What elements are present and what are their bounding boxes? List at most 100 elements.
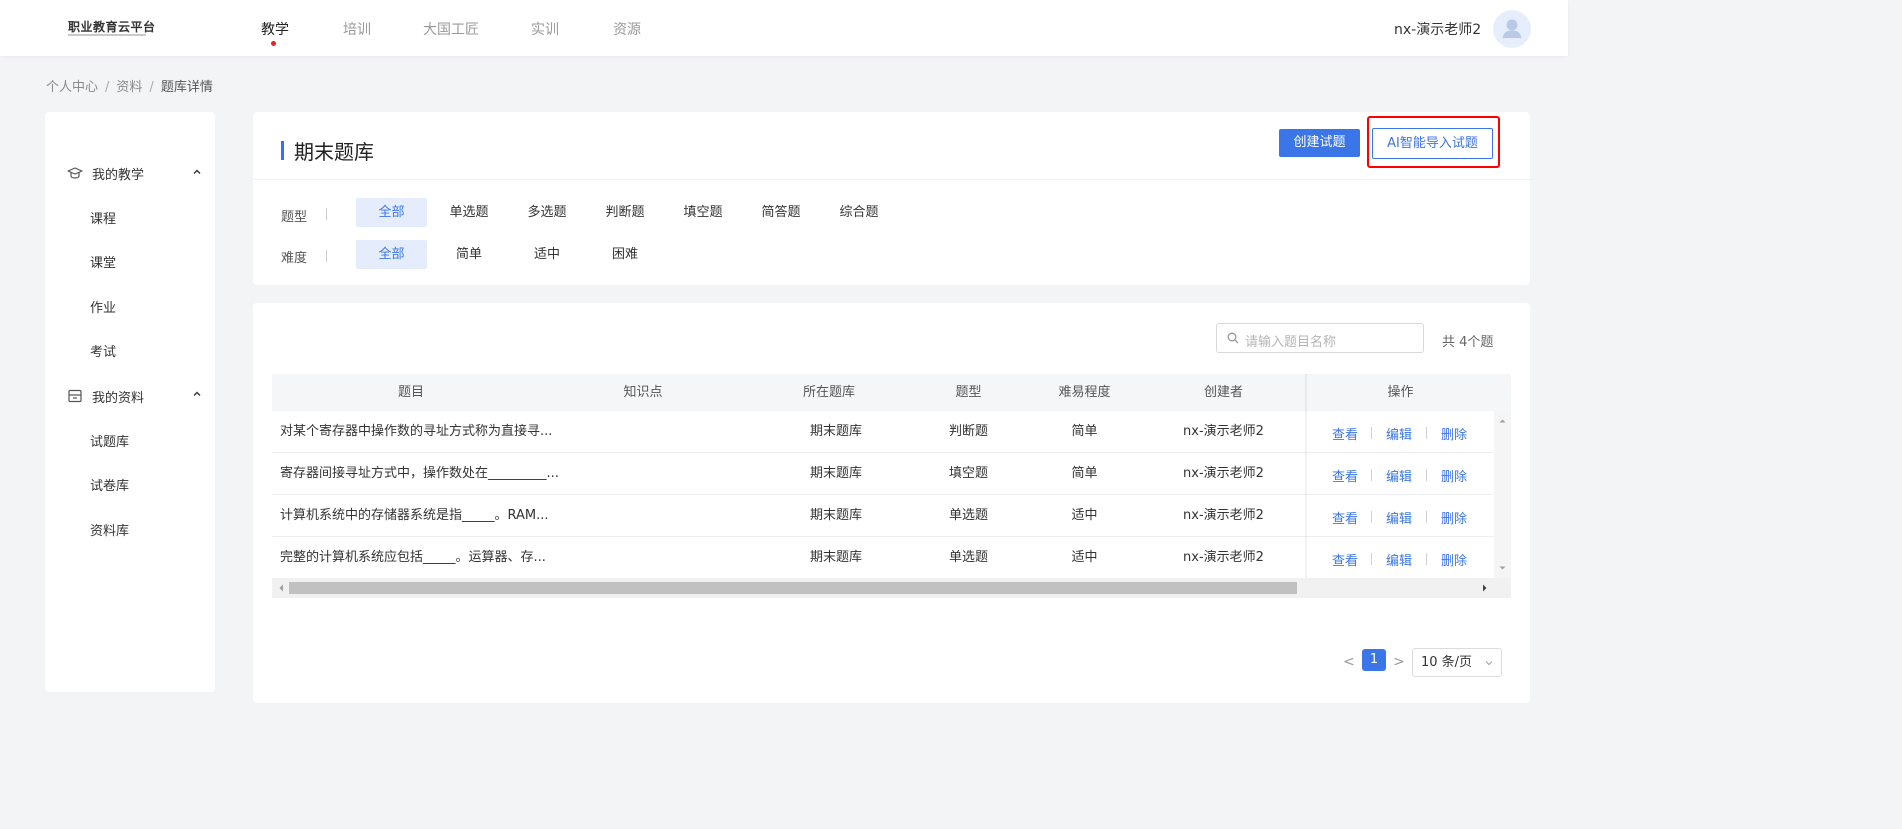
action-separator: [1426, 427, 1427, 439]
cell-knowledge: [550, 537, 736, 579]
sidebar-item-paper-bank[interactable]: 试卷库: [90, 475, 129, 494]
action-separator: [1426, 469, 1427, 481]
delete-link[interactable]: 删除: [1441, 508, 1467, 527]
scroll-down-arrow-icon[interactable]: [1494, 562, 1511, 574]
cell-difficulty: 简单: [1071, 424, 1098, 439]
horizontal-scroll-thumb[interactable]: [289, 582, 1297, 594]
cell-difficulty: 简单: [1071, 466, 1098, 481]
scroll-left-arrow-icon[interactable]: [274, 578, 288, 598]
row-divider: [1307, 494, 1494, 495]
question-bank-header-card: 期末题库 创建试题 AI智能导入试题 题型 全部 单选题 多选题 判断题 填空题…: [253, 112, 1530, 285]
cell-bank: 期末题库: [809, 466, 862, 481]
cell-type: 单选题: [948, 508, 988, 523]
avatar[interactable]: [1493, 10, 1531, 48]
cell-type: 单选题: [948, 550, 988, 565]
action-separator: [1371, 469, 1372, 481]
breadcrumb-item-personal-center[interactable]: 个人中心: [46, 80, 98, 95]
breadcrumb-separator: /: [105, 80, 110, 95]
view-link[interactable]: 查看: [1332, 508, 1358, 527]
type-chip-comprehensive[interactable]: 综合题: [824, 198, 894, 227]
edit-link[interactable]: 编辑: [1386, 424, 1412, 443]
archive-box-icon: [68, 389, 82, 403]
cell-type: 填空题: [948, 466, 988, 481]
edit-link[interactable]: 编辑: [1386, 466, 1412, 485]
cell-bank: 期末题库: [809, 550, 862, 565]
cell-creator: nx-演示老师2: [1183, 550, 1264, 565]
horizontal-scrollbar[interactable]: [272, 578, 1511, 598]
action-separator: [1371, 427, 1372, 439]
delete-link[interactable]: 删除: [1441, 550, 1467, 569]
sidebar-item-exams[interactable]: 考试: [90, 341, 116, 360]
vertical-scrollbar[interactable]: [1494, 411, 1511, 578]
type-chip-single-choice[interactable]: 单选题: [434, 198, 504, 227]
cell-creator: nx-演示老师2: [1183, 466, 1264, 481]
action-separator: [1426, 511, 1427, 523]
type-filter-label: 题型: [281, 210, 308, 225]
breadcrumb-item-materials[interactable]: 资料: [116, 80, 142, 95]
prev-page-button[interactable]: <: [1343, 654, 1355, 670]
type-chip-all[interactable]: 全部: [356, 198, 427, 227]
edit-link[interactable]: 编辑: [1386, 550, 1412, 569]
chevron-up-icon[interactable]: [193, 390, 201, 398]
sidebar-item-question-bank[interactable]: 试题库: [90, 431, 129, 450]
view-link[interactable]: 查看: [1332, 466, 1358, 485]
search-icon: [1227, 332, 1239, 344]
action-separator: [1426, 553, 1427, 565]
nav-item-training[interactable]: 培训: [343, 19, 371, 39]
page-size-select[interactable]: 10 条/页: [1412, 648, 1502, 677]
search-placeholder: 请输入题目名称: [1245, 335, 1337, 350]
next-page-button[interactable]: >: [1393, 654, 1405, 670]
nav-item-teaching[interactable]: 教学: [261, 19, 289, 39]
nav-item-practice[interactable]: 实训: [531, 19, 559, 39]
difficulty-chip-medium[interactable]: 适中: [512, 240, 582, 269]
view-link[interactable]: 查看: [1332, 424, 1358, 443]
chevron-up-icon[interactable]: [193, 168, 201, 176]
type-chip-short-answer[interactable]: 简答题: [746, 198, 816, 227]
sidebar-item-courses[interactable]: 课程: [90, 208, 116, 227]
scroll-right-arrow-icon[interactable]: [1478, 578, 1492, 598]
question-list-card: 请输入题目名称 共 4个题 题目 知识点 所在题库 题型 难易程度 创建者 对某…: [253, 303, 1530, 703]
search-input[interactable]: 请输入题目名称: [1216, 323, 1424, 353]
cell-question: 对某个寄存器中操作数的寻址方式称为直接寻...: [280, 424, 553, 439]
edit-link[interactable]: 编辑: [1386, 508, 1412, 527]
sidebar-item-material-bank[interactable]: 资料库: [90, 520, 129, 539]
sidebar-item-classroom[interactable]: 课堂: [90, 252, 116, 271]
delete-link[interactable]: 删除: [1441, 424, 1467, 443]
view-link[interactable]: 查看: [1332, 550, 1358, 569]
sidebar-item-homework[interactable]: 作业: [90, 297, 116, 316]
divider: [253, 179, 1530, 180]
breadcrumb: 个人中心 / 资料 / 题库详情: [46, 76, 213, 95]
delete-link[interactable]: 删除: [1441, 466, 1467, 485]
type-chip-multiple-choice[interactable]: 多选题: [512, 198, 582, 227]
scroll-up-arrow-icon[interactable]: [1494, 415, 1511, 427]
column-header-type: 题型: [955, 385, 982, 400]
type-chip-fill-blank[interactable]: 填空题: [668, 198, 738, 227]
difficulty-chip-hard[interactable]: 困难: [590, 240, 660, 269]
app-logo[interactable]: 职业教育云平台: [68, 18, 156, 35]
difficulty-filter-label: 难度: [281, 251, 308, 266]
page-size-value: 10 条/页: [1421, 655, 1473, 670]
type-chip-true-false[interactable]: 判断题: [590, 198, 660, 227]
difficulty-chip-easy[interactable]: 简单: [434, 240, 504, 269]
cell-question: 完整的计算机系统应包括_____。运算器、存...: [280, 550, 546, 565]
create-question-button[interactable]: 创建试题: [1279, 129, 1360, 157]
nav-item-craftsmen[interactable]: 大国工匠: [423, 19, 479, 39]
page-number-current[interactable]: 1: [1362, 649, 1386, 671]
total-count: 共 4个题: [1442, 335, 1494, 350]
cell-creator: nx-演示老师2: [1183, 424, 1264, 439]
sidebar: 我的教学 课程 课堂 作业 考试 我的资料 试题库 试卷库 资料库: [45, 112, 215, 692]
cell-difficulty: 适中: [1071, 550, 1098, 565]
username[interactable]: nx-演示老师2: [1394, 19, 1481, 39]
breadcrumb-item-current: 题库详情: [160, 80, 213, 95]
logo-underline: [68, 34, 146, 36]
cell-question: 计算机系统中的存储器系统是指_____。RAM...: [280, 508, 549, 523]
cell-bank: 期末题库: [809, 424, 862, 439]
column-header-difficulty: 难易程度: [1058, 385, 1111, 400]
cell-type: 判断题: [948, 424, 988, 439]
user-icon: [1502, 19, 1522, 38]
ai-import-question-button[interactable]: AI智能导入试题: [1372, 128, 1493, 159]
difficulty-chip-all[interactable]: 全部: [356, 240, 427, 269]
row-divider: [1307, 452, 1494, 453]
column-header-operations: 操作: [1387, 385, 1414, 400]
nav-item-resources[interactable]: 资源: [613, 19, 641, 39]
